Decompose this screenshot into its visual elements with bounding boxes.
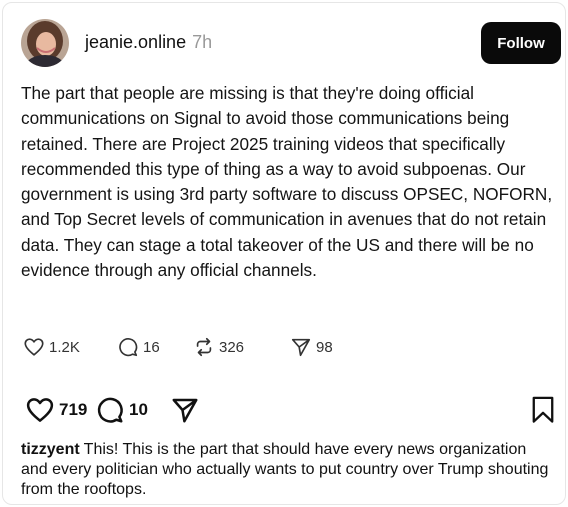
comment-text: This! This is the part that should have … bbox=[21, 441, 549, 498]
post-username[interactable]: jeanie.online bbox=[85, 32, 186, 52]
bookmark-icon bbox=[532, 396, 554, 423]
like-stat[interactable]: 1.2K bbox=[23, 336, 80, 358]
comment-button[interactable]: 10 bbox=[95, 395, 148, 425]
comment-username[interactable]: tizzyent bbox=[21, 441, 80, 458]
follow-button[interactable]: Follow bbox=[481, 22, 561, 64]
heart-icon bbox=[24, 338, 44, 356]
repost-icon bbox=[196, 337, 212, 357]
post-text: The part that people are missing is that… bbox=[21, 83, 553, 281]
send-icon bbox=[172, 398, 198, 423]
comments-count: 10 bbox=[129, 400, 148, 419]
share-stat[interactable]: 98 bbox=[290, 336, 333, 358]
send-icon bbox=[291, 338, 311, 357]
share-count: 98 bbox=[316, 338, 333, 356]
bookmark-button[interactable] bbox=[529, 395, 557, 425]
comment: tizzyent This! This is the part that shou… bbox=[21, 440, 551, 500]
repost-stat[interactable]: 326 bbox=[193, 336, 244, 358]
post-author[interactable]: jeanie.online 7h bbox=[85, 32, 212, 53]
post-timestamp: 7h bbox=[192, 32, 213, 52]
like-button[interactable]: 719 bbox=[25, 395, 87, 425]
heart-icon bbox=[26, 398, 54, 422]
post-card: jeanie.online 7h Follow The part that peo… bbox=[2, 2, 566, 505]
speech-bubble-icon bbox=[119, 338, 138, 357]
likes-count: 719 bbox=[59, 400, 88, 419]
share-button[interactable] bbox=[170, 395, 200, 425]
action-bar: 719 10 bbox=[25, 395, 559, 425]
like-count: 1.2K bbox=[49, 338, 80, 356]
avatar[interactable] bbox=[21, 19, 69, 67]
reply-stat[interactable]: 16 bbox=[117, 336, 160, 358]
repost-count: 326 bbox=[219, 338, 245, 356]
speech-bubble-icon bbox=[97, 397, 123, 423]
reply-count: 16 bbox=[143, 338, 160, 356]
